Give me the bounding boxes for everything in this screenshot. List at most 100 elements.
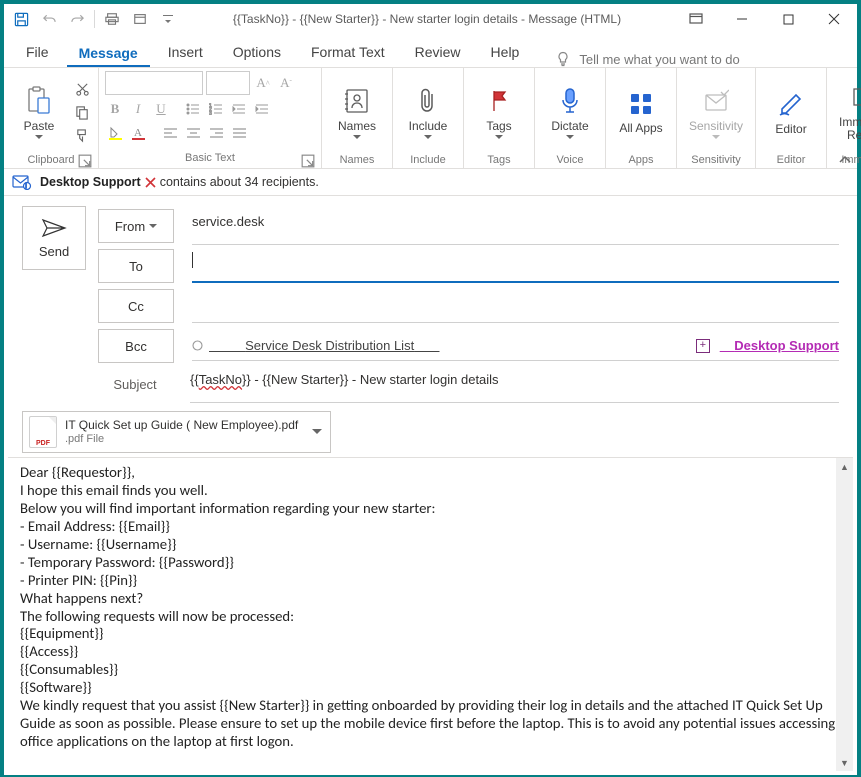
tab-options[interactable]: Options [221,38,293,67]
svg-text:3: 3 [209,111,212,115]
minimize-icon[interactable] [719,4,765,34]
subject-field[interactable]: {{TaskNo}} - {{New Starter}} - New start… [190,366,839,403]
chevron-down-icon [353,135,361,140]
immersive-reader-button[interactable]: Immersive Reader [833,71,861,153]
chevron-down-icon [424,135,432,140]
paste-button[interactable]: Paste [10,71,68,153]
qat-customize-icon[interactable] [155,5,181,33]
ribbon-display-icon[interactable] [673,4,719,34]
mail-info-icon: i [12,174,32,190]
group-label: Names [328,153,386,168]
justify-icon[interactable] [229,123,249,143]
names-button[interactable]: Names [328,71,386,153]
collapse-ribbon-icon[interactable] [839,156,851,164]
scroll-track[interactable] [836,475,853,754]
title-bar: {{TaskNo}} - {{New Starter}} - New start… [4,4,857,34]
increase-font-icon[interactable]: A^ [253,73,273,93]
from-button[interactable]: From [98,209,174,243]
include-button[interactable]: Include [399,71,457,153]
align-right-icon[interactable] [206,123,226,143]
dialog-launcher-icon[interactable] [301,154,315,168]
tab-help[interactable]: Help [479,38,532,67]
group-label: Basic Text [105,151,315,168]
to-button[interactable]: To [98,249,174,283]
presence-icon [192,340,203,351]
paste-icon [26,85,52,117]
info-text: contains about 34 recipients. [160,175,319,189]
decrease-font-icon[interactable]: Aˇ [276,73,296,93]
tab-insert[interactable]: Insert [156,38,215,67]
font-size-dropdown[interactable] [206,71,250,95]
sensitivity-icon [703,85,729,117]
attachment-name: IT Quick Set up Guide ( New Employee).pd… [65,418,298,433]
group-names: Names Names [321,68,392,168]
redo-icon[interactable] [64,5,90,33]
bcc-desktop-support-link[interactable]: Desktop Support [720,338,839,353]
cc-button[interactable]: Cc [98,289,174,323]
align-left-icon[interactable] [160,123,180,143]
chevron-down-icon [495,135,503,140]
attach-icon [417,85,439,117]
group-include: Include Include [392,68,463,168]
bcc-recipient[interactable]: Service Desk Distribution List [209,338,439,353]
qat-item-icon[interactable] [127,5,153,33]
tags-button[interactable]: Tags [470,71,528,153]
bold-icon[interactable]: B [105,99,125,119]
chevron-down-icon [149,224,157,229]
bullets-icon[interactable] [183,99,203,119]
save-icon[interactable] [8,5,34,33]
close-icon[interactable] [811,4,857,34]
undo-icon[interactable] [36,5,62,33]
editor-button[interactable]: Editor [762,71,820,153]
highlight-icon[interactable] [105,123,125,143]
info-remove-icon[interactable] [145,177,156,188]
tab-message[interactable]: Message [67,39,150,68]
font-family-dropdown[interactable] [105,71,203,95]
to-field[interactable] [192,249,839,283]
group-immersive: Immersive Reader Immersive [826,68,861,168]
cut-icon[interactable] [72,79,92,99]
dictate-button[interactable]: Dictate [541,71,599,153]
dialog-launcher-icon[interactable] [78,154,92,168]
info-group-name: Desktop Support [40,175,141,189]
send-button[interactable]: Send [22,206,86,270]
group-label: Apps [612,153,670,168]
tab-review[interactable]: Review [403,38,473,67]
from-field[interactable]: service.desk [192,208,839,245]
format-painter-icon[interactable] [72,125,92,145]
ribbon-tabs: File Message Insert Options Format Text … [4,34,857,68]
vertical-scrollbar[interactable]: ▲ ▼ [836,458,853,771]
decrease-indent-icon[interactable] [229,99,249,119]
tab-file[interactable]: File [14,38,61,67]
font-color-icon[interactable]: A [128,123,148,143]
group-label: Editor [762,153,820,168]
increase-indent-icon[interactable] [252,99,272,119]
scroll-up-icon[interactable]: ▲ [836,458,853,475]
chevron-down-icon[interactable] [312,429,322,435]
scroll-down-icon[interactable]: ▼ [836,754,853,771]
bcc-field[interactable]: Service Desk Distribution List + Desktop… [192,332,839,361]
message-body[interactable]: Dear {{Requestor}}, I hope this email fi… [8,458,853,771]
message-body-area: Dear {{Requestor}}, I hope this email fi… [8,457,853,771]
italic-icon[interactable]: I [128,99,148,119]
align-center-icon[interactable] [183,123,203,143]
maximize-icon[interactable] [765,4,811,34]
attachment-item[interactable]: PDF IT Quick Set up Guide ( New Employee… [22,411,331,453]
underline-icon[interactable]: U [151,99,171,119]
copy-icon[interactable] [72,102,92,122]
bcc-button[interactable]: Bcc [98,329,174,363]
qat-print-icon[interactable] [99,5,125,33]
attachment-type: .pdf File [65,433,298,447]
cc-field[interactable] [192,290,839,323]
subject-label: Subject [98,377,172,392]
sensitivity-button: Sensitivity [683,71,749,153]
tab-format-text[interactable]: Format Text [299,38,397,67]
attachments-area: PDF IT Quick Set up Guide ( New Employee… [4,407,857,455]
tell-me-search[interactable]: Tell me what you want to do [537,51,847,67]
group-clipboard: Paste Clipboard [4,68,98,168]
all-apps-button[interactable]: All Apps [612,71,670,153]
expand-group-icon[interactable]: + [696,339,710,353]
compose-header: Send From service.desk To Cc Bcc Ser [4,196,857,407]
numbering-icon[interactable]: 123 [206,99,226,119]
ribbon: Paste Clipboard A^ Aˇ [4,68,857,169]
